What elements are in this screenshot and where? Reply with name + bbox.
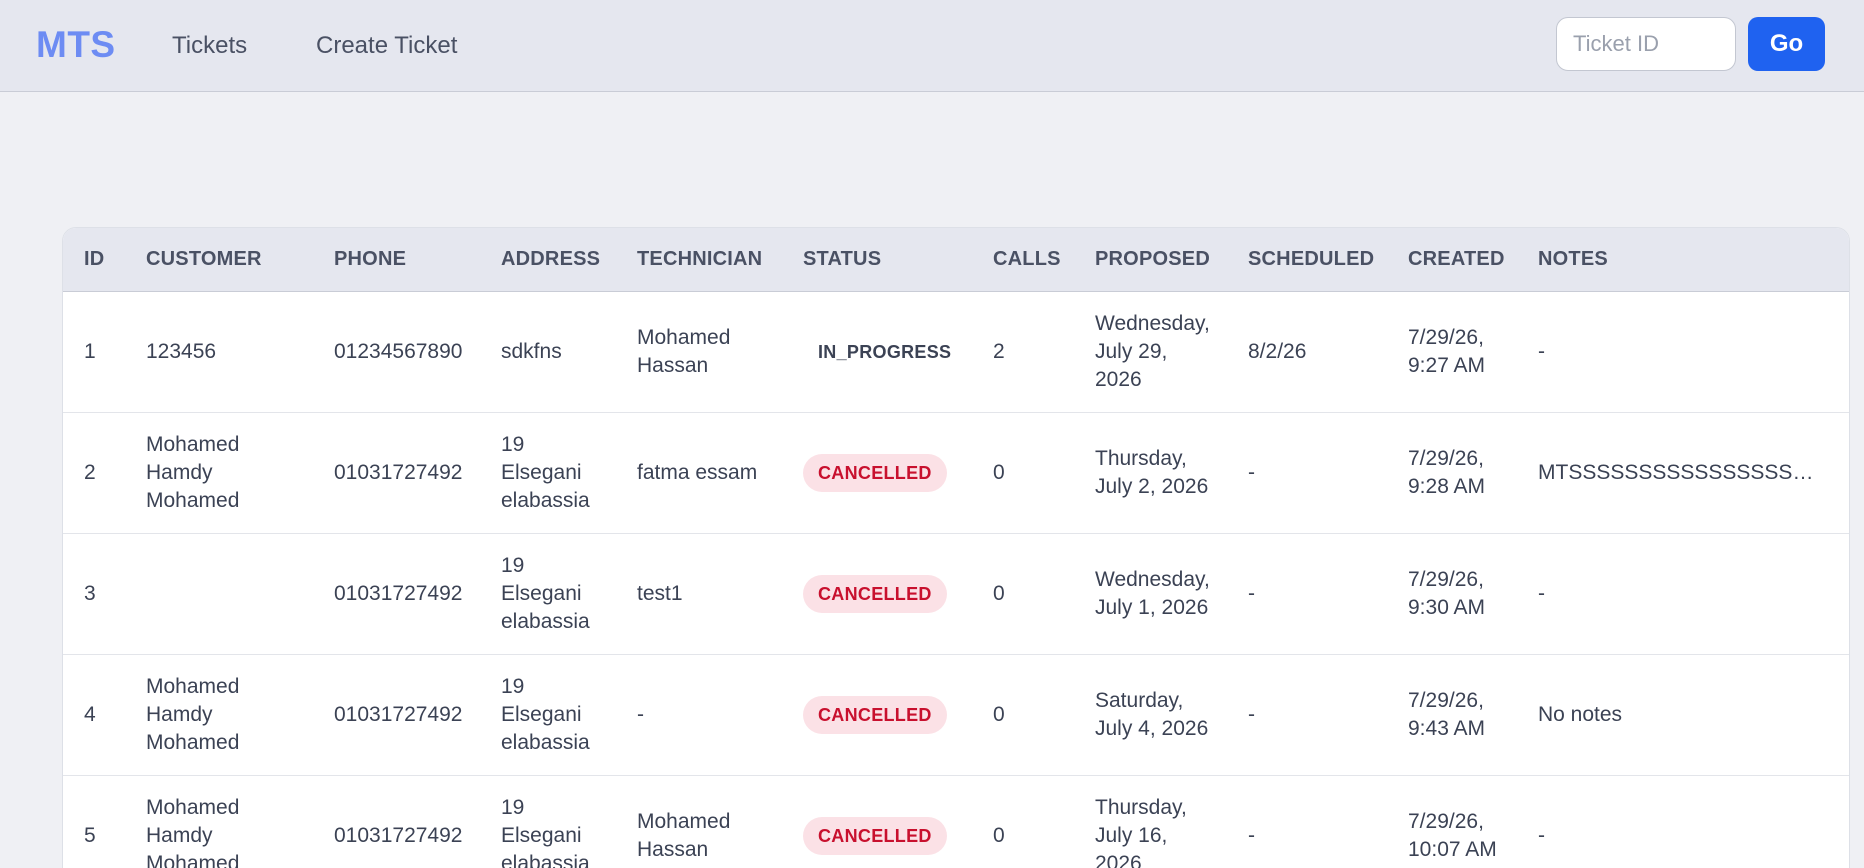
cell-status: CANCELLED bbox=[782, 654, 972, 775]
brand-logo[interactable]: MTS bbox=[36, 24, 116, 66]
cell-address: 19 Elsegani elabassia bbox=[501, 553, 590, 633]
cell-proposed: Wednesday, July 1, 2026 bbox=[1095, 567, 1210, 619]
cell-customer: Mohamed Hamdy Mohamed bbox=[146, 432, 240, 512]
status-badge: CANCELLED bbox=[803, 453, 947, 492]
go-button[interactable]: Go bbox=[1748, 17, 1825, 71]
cell-address: 19 Elsegani elabassia bbox=[501, 432, 590, 512]
status-badge: IN_PROGRESS bbox=[818, 341, 952, 362]
cell-address: sdkfns bbox=[501, 339, 562, 363]
nav-create-ticket-link[interactable]: Create Ticket bbox=[316, 32, 457, 60]
column-header-created[interactable]: CREATED bbox=[1387, 228, 1517, 291]
column-header-calls[interactable]: CALLS bbox=[972, 228, 1074, 291]
cell-status: CANCELLED bbox=[782, 412, 972, 533]
cell-address: 19 Elsegani elabassia bbox=[501, 795, 590, 868]
cell-notes: No notes bbox=[1538, 702, 1623, 726]
column-header-technician[interactable]: TECHNICIAN bbox=[616, 228, 782, 291]
column-header-id[interactable]: ID bbox=[63, 228, 125, 291]
cell-id: 4 bbox=[84, 702, 96, 726]
table-row[interactable]: 2 Mohamed Hamdy Mohamed 01031727492 19 E… bbox=[63, 412, 1849, 533]
table-header-row: ID CUSTOMER PHONE ADDRESS TECHNICIAN STA… bbox=[63, 228, 1849, 291]
tickets-table: ID CUSTOMER PHONE ADDRESS TECHNICIAN STA… bbox=[63, 228, 1849, 868]
column-header-address[interactable]: ADDRESS bbox=[480, 228, 616, 291]
cell-id: 2 bbox=[84, 460, 96, 484]
column-header-scheduled[interactable]: SCHEDULED bbox=[1227, 228, 1387, 291]
cell-scheduled: 8/2/26 bbox=[1248, 339, 1307, 363]
cell-created: 7/29/26, 9:27 AM bbox=[1408, 325, 1486, 377]
cell-calls: 0 bbox=[993, 581, 1005, 605]
status-badge: CANCELLED bbox=[803, 816, 947, 855]
column-header-phone[interactable]: PHONE bbox=[313, 228, 480, 291]
table-row[interactable]: 1 123456 01234567890 sdkfns Mohamed Hass… bbox=[63, 291, 1849, 412]
cell-calls: 0 bbox=[993, 460, 1005, 484]
cell-created: 7/29/26, 9:43 AM bbox=[1408, 688, 1486, 740]
cell-customer bbox=[125, 533, 313, 654]
cell-calls: 2 bbox=[993, 339, 1005, 363]
nav-tickets-link[interactable]: Tickets bbox=[172, 32, 247, 60]
table-row[interactable]: 5 Mohamed Hamdy Mohamed 01031727492 19 E… bbox=[63, 775, 1849, 868]
status-badge: CANCELLED bbox=[803, 695, 947, 734]
status-badge: CANCELLED bbox=[803, 574, 947, 613]
cell-id: 1 bbox=[84, 339, 96, 363]
cell-status: CANCELLED bbox=[782, 533, 972, 654]
cell-customer: Mohamed Hamdy Mohamed bbox=[146, 674, 240, 754]
cell-phone: 01031727492 bbox=[334, 823, 463, 847]
cell-status: CANCELLED bbox=[782, 775, 972, 868]
cell-scheduled: - bbox=[1248, 460, 1255, 484]
table-row[interactable]: 4 Mohamed Hamdy Mohamed 01031727492 19 E… bbox=[63, 654, 1849, 775]
cell-id: 5 bbox=[84, 823, 96, 847]
cell-phone: 01031727492 bbox=[334, 581, 463, 605]
cell-technician: test1 bbox=[637, 581, 683, 605]
cell-proposed: Thursday, July 2, 2026 bbox=[1095, 446, 1209, 498]
cell-created: 7/29/26, 10:07 AM bbox=[1408, 809, 1497, 861]
ticket-id-input[interactable] bbox=[1556, 17, 1736, 71]
cell-customer: 123456 bbox=[146, 339, 217, 363]
cell-calls: 0 bbox=[993, 823, 1005, 847]
cell-status: IN_PROGRESS bbox=[782, 291, 972, 412]
cell-phone: 01031727492 bbox=[334, 702, 463, 726]
table-row[interactable]: 3 01031727492 19 Elsegani elabassia test… bbox=[63, 533, 1849, 654]
cell-notes: - bbox=[1538, 339, 1545, 363]
cell-phone: 01031727492 bbox=[334, 460, 463, 484]
tickets-table-card: ID CUSTOMER PHONE ADDRESS TECHNICIAN STA… bbox=[62, 227, 1850, 868]
column-header-status[interactable]: STATUS bbox=[782, 228, 972, 291]
cell-notes: - bbox=[1538, 823, 1545, 847]
cell-created: 7/29/26, 9:30 AM bbox=[1408, 567, 1486, 619]
cell-scheduled: - bbox=[1248, 823, 1255, 847]
column-header-customer[interactable]: CUSTOMER bbox=[125, 228, 313, 291]
cell-proposed: Wednesday, July 29, 2026 bbox=[1095, 311, 1210, 391]
cell-technician: fatma essam bbox=[637, 460, 758, 484]
cell-scheduled: - bbox=[1248, 581, 1255, 605]
column-header-notes[interactable]: NOTES bbox=[1517, 228, 1849, 291]
cell-proposed: Thursday, July 16, 2026 bbox=[1095, 795, 1187, 868]
cell-calls: 0 bbox=[993, 702, 1005, 726]
cell-technician: - bbox=[637, 702, 644, 726]
cell-phone: 01234567890 bbox=[334, 339, 463, 363]
cell-notes: MTSSSSSSSSSSSSSSSSSSSSSS... bbox=[1538, 460, 1849, 484]
cell-address: 19 Elsegani elabassia bbox=[501, 674, 590, 754]
cell-id: 3 bbox=[84, 581, 96, 605]
cell-technician: Mohamed Hassan bbox=[637, 325, 731, 377]
top-navbar: MTS Tickets Create Ticket Go bbox=[0, 0, 1864, 92]
cell-technician: Mohamed Hassan bbox=[637, 809, 731, 861]
cell-scheduled: - bbox=[1248, 702, 1255, 726]
cell-created: 7/29/26, 9:28 AM bbox=[1408, 446, 1486, 498]
column-header-proposed[interactable]: PROPOSED bbox=[1074, 228, 1227, 291]
cell-customer: Mohamed Hamdy Mohamed bbox=[146, 795, 240, 868]
cell-notes: - bbox=[1538, 581, 1545, 605]
cell-proposed: Saturday, July 4, 2026 bbox=[1095, 688, 1209, 740]
